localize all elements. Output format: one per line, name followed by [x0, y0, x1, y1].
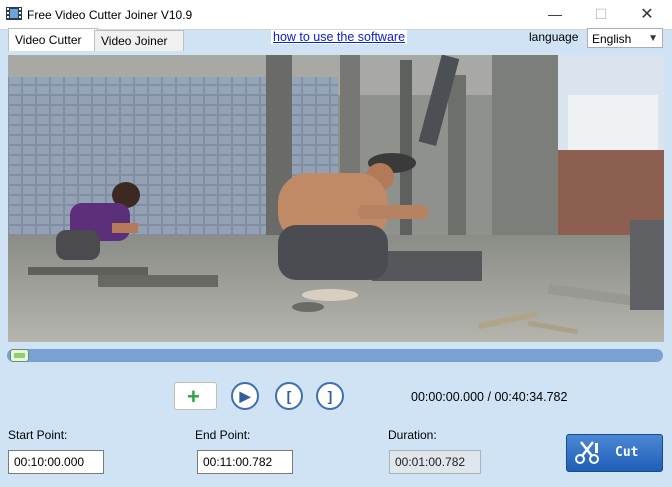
- main-panel: Video Cutter Video Joiner how to use the…: [0, 28, 672, 487]
- duration-field: 00:01:00.782: [389, 450, 481, 474]
- play-button[interactable]: ▶: [231, 382, 259, 410]
- time-separator: /: [487, 390, 491, 404]
- window-title: Free Video Cutter Joiner V10.9: [27, 8, 193, 22]
- end-point-input[interactable]: 00:11:00.782: [197, 450, 293, 474]
- scissors-icon: [575, 441, 599, 464]
- timeline-slider[interactable]: [7, 349, 663, 362]
- end-point-label: End Point:: [195, 428, 251, 442]
- language-select[interactable]: English ▼: [587, 28, 663, 48]
- set-start-point-button[interactable]: [: [275, 382, 303, 410]
- tab-video-cutter[interactable]: Video Cutter: [8, 28, 98, 51]
- start-point-label: Start Point:: [8, 428, 68, 442]
- cut-button-label: Cut: [615, 445, 639, 460]
- maximize-button[interactable]: ☐: [578, 0, 624, 29]
- how-to-use-link[interactable]: how to use the software: [271, 30, 408, 44]
- close-button[interactable]: ✕: [624, 0, 670, 29]
- language-label: language: [529, 30, 579, 44]
- cut-button[interactable]: Cut: [566, 434, 663, 472]
- duration-label: Duration:: [388, 428, 437, 442]
- total-time: 00:40:34.782: [494, 390, 568, 404]
- app-icon: [6, 7, 22, 20]
- tab-video-joiner[interactable]: Video Joiner: [94, 30, 184, 51]
- chevron-down-icon: ▼: [648, 33, 658, 44]
- play-icon: ▶: [239, 388, 251, 404]
- set-end-point-button[interactable]: ]: [316, 382, 344, 410]
- timeline-handle[interactable]: [10, 349, 29, 362]
- title-bar: Free Video Cutter Joiner V10.9 — ☐ ✕: [0, 0, 672, 30]
- language-selected-value: English: [592, 32, 632, 46]
- time-readout: 00:00:00.000 / 00:40:34.782: [411, 390, 567, 404]
- video-frame-image: [8, 55, 664, 342]
- minimize-button[interactable]: —: [532, 0, 578, 29]
- current-time: 00:00:00.000: [411, 390, 484, 404]
- add-segment-button[interactable]: +: [174, 382, 217, 410]
- video-preview[interactable]: [8, 55, 664, 342]
- start-point-input[interactable]: 00:10:00.000: [8, 450, 104, 474]
- plus-icon: +: [187, 384, 200, 409]
- bracket-left-icon: [: [286, 388, 292, 404]
- bracket-right-icon: ]: [327, 388, 333, 404]
